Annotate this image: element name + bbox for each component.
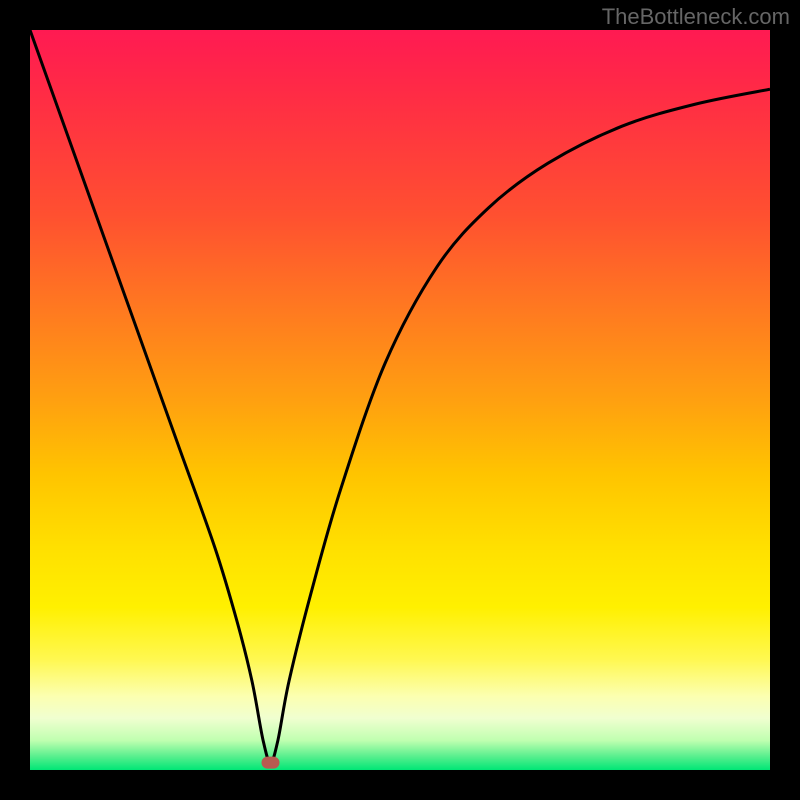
watermark-text: TheBottleneck.com: [602, 4, 790, 30]
optimal-point-marker: [262, 757, 280, 769]
curve-svg: [30, 30, 770, 770]
bottleneck-curve: [30, 30, 770, 763]
plot-area: [30, 30, 770, 770]
